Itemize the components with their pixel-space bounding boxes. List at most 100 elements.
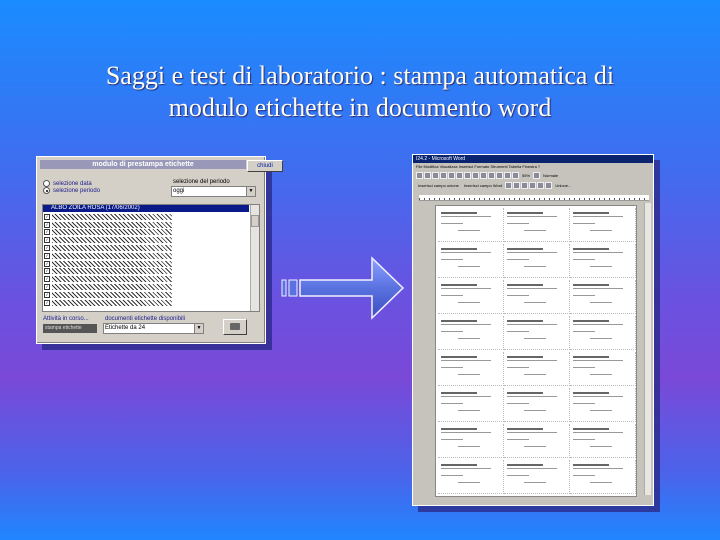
- checkbox-checked-icon[interactable]: ✓: [44, 252, 50, 259]
- label-cell: [570, 388, 636, 422]
- label-text-line: [507, 284, 543, 286]
- list-item[interactable]: ✓: [44, 236, 172, 244]
- checkbox-checked-icon[interactable]: ✓: [44, 237, 50, 244]
- label-text-line: [458, 266, 480, 267]
- word-standard-toolbar: 55% Normale: [413, 171, 653, 180]
- checkbox-checked-icon[interactable]: ✓: [44, 260, 50, 267]
- last-record-icon[interactable]: [537, 182, 545, 189]
- label-cell: [570, 280, 636, 314]
- list-item[interactable]: ✓: [44, 229, 172, 237]
- new-icon[interactable]: [416, 172, 423, 179]
- checkbox-checked-icon[interactable]: ✓: [44, 276, 50, 283]
- merge-icon[interactable]: [545, 182, 553, 189]
- scroll-thumb[interactable]: [251, 215, 259, 227]
- radio-selezione-periodo[interactable]: selezione periodo: [43, 187, 100, 194]
- insert-word-field[interactable]: Inserisci campo Word: [464, 183, 502, 188]
- table-icon[interactable]: [504, 172, 511, 179]
- label-text-line: [524, 266, 546, 267]
- label-cell: [504, 280, 570, 314]
- label-text-line: [507, 367, 529, 368]
- label-text-line: [507, 320, 543, 322]
- redacted-name: [52, 213, 172, 220]
- radio-selezione-data[interactable]: selezione data: [43, 180, 92, 187]
- redacted-name: [52, 299, 172, 306]
- checkbox-checked-icon[interactable]: ✓: [44, 245, 50, 252]
- help-icon[interactable]: [533, 172, 541, 179]
- label-text-line: [573, 216, 623, 217]
- word-ruler[interactable]: [419, 195, 649, 201]
- checkbox-checked-icon[interactable]: ✓: [44, 291, 50, 298]
- list-item-selected[interactable]: ALBO ZOILA ROSA (17/06/2002): [43, 205, 249, 212]
- redacted-name: [52, 237, 172, 244]
- label-text-line: [441, 356, 477, 358]
- list-item[interactable]: ✓: [44, 291, 172, 299]
- next-record-icon[interactable]: [529, 182, 537, 189]
- list-item[interactable]: ✓: [44, 213, 172, 221]
- label-text-line: [507, 396, 557, 397]
- label-text-line: [590, 446, 612, 447]
- list-item[interactable]: ✓: [44, 275, 172, 283]
- prev-record-icon[interactable]: [521, 182, 529, 189]
- view-data-icon[interactable]: [505, 182, 513, 189]
- label-text-line: [590, 338, 612, 339]
- list-item[interactable]: ✓: [44, 283, 172, 291]
- label-text-line: [573, 468, 623, 469]
- checkbox-checked-icon[interactable]: ✓: [44, 284, 50, 291]
- close-button[interactable]: chiudi: [247, 160, 283, 172]
- zoom-value[interactable]: 55%: [522, 173, 530, 178]
- list-scrollbar[interactable]: [250, 205, 259, 311]
- label-text-line: [573, 248, 609, 250]
- document-page[interactable]: [435, 205, 637, 497]
- chevron-down-icon[interactable]: ▼: [194, 324, 203, 333]
- save-icon[interactable]: [432, 172, 439, 179]
- checkbox-checked-icon[interactable]: ✓: [44, 299, 50, 306]
- label-text-line: [441, 468, 491, 469]
- word-scrollbar[interactable]: [644, 203, 651, 495]
- insert-merge-field[interactable]: Inserisci campo unione: [418, 183, 459, 188]
- spell-icon[interactable]: [456, 172, 463, 179]
- label-text-line: [507, 223, 529, 224]
- cut-icon[interactable]: [464, 172, 471, 179]
- redacted-name: [52, 276, 172, 283]
- label-text-line: [524, 338, 546, 339]
- list-item[interactable]: ✓: [44, 221, 172, 229]
- label-text-line: [458, 230, 480, 231]
- print-icon[interactable]: [440, 172, 447, 179]
- chevron-down-icon[interactable]: ▼: [246, 187, 255, 196]
- label-text-line: [590, 482, 612, 483]
- columns-icon[interactable]: [512, 172, 519, 179]
- list-item[interactable]: ✓: [44, 244, 172, 252]
- period-select[interactable]: oggi ▼: [171, 186, 256, 197]
- print-button[interactable]: [223, 319, 247, 335]
- copy-icon[interactable]: [472, 172, 479, 179]
- label-text-line: [507, 212, 543, 214]
- checkbox-checked-icon[interactable]: ✓: [44, 213, 50, 220]
- list-item[interactable]: ✓: [44, 268, 172, 276]
- docs-select[interactable]: Etichette da 24 ▼: [103, 323, 204, 334]
- paste-icon[interactable]: [480, 172, 487, 179]
- checkbox-checked-icon[interactable]: ✓: [44, 268, 50, 275]
- first-record-icon[interactable]: [513, 182, 521, 189]
- patient-list[interactable]: ALBO ZOILA ROSA (17/06/2002) ✓ ✓ ✓ ✓ ✓ ✓ ✓ ✓ ✓ ✓ ✓…: [42, 204, 260, 312]
- checkbox-checked-icon[interactable]: ✓: [44, 229, 50, 236]
- label-cell: [504, 424, 570, 458]
- list-item[interactable]: ✓: [44, 260, 172, 268]
- merge-dialog[interactable]: Unione...: [555, 183, 571, 188]
- label-text-line: [573, 475, 595, 476]
- style-value[interactable]: Normale: [543, 173, 558, 178]
- open-icon[interactable]: [424, 172, 431, 179]
- list-item[interactable]: ✓: [44, 252, 172, 260]
- label-text-line: [507, 216, 557, 217]
- list-item[interactable]: ✓: [44, 299, 172, 307]
- label-text-line: [524, 302, 546, 303]
- label-text-line: [573, 324, 623, 325]
- checkbox-checked-icon[interactable]: ✓: [44, 221, 50, 228]
- printer-icon: [230, 323, 240, 330]
- preview-icon[interactable]: [448, 172, 455, 179]
- undo-icon[interactable]: [488, 172, 495, 179]
- label-text-line: [573, 284, 609, 286]
- word-menu-bar[interactable]: File Modifica Visualizza Inserisci Forma…: [413, 163, 653, 170]
- label-cell: [570, 352, 636, 386]
- label-text-line: [573, 212, 609, 214]
- redo-icon[interactable]: [496, 172, 503, 179]
